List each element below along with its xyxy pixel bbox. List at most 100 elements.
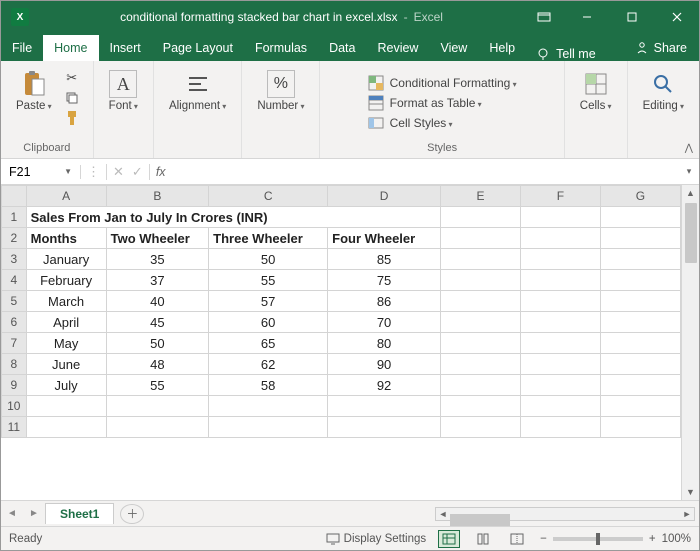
fx-icon[interactable]: fx <box>150 165 172 179</box>
cell-A3[interactable]: January <box>26 249 106 270</box>
close-button[interactable] <box>654 1 699 33</box>
tab-page-layout[interactable]: Page Layout <box>152 35 244 61</box>
cell-C3[interactable]: 50 <box>209 249 328 270</box>
row-header-11[interactable]: 11 <box>2 417 27 438</box>
cell-B3[interactable]: 35 <box>106 249 209 270</box>
cell-A8[interactable]: June <box>26 354 106 375</box>
cell-B7[interactable]: 50 <box>106 333 209 354</box>
col-header-G[interactable]: G <box>600 186 680 207</box>
cell-C9[interactable]: 58 <box>209 375 328 396</box>
font-button[interactable]: A Font <box>102 65 145 117</box>
paste-button[interactable]: Paste <box>9 65 59 131</box>
row-header-6[interactable]: 6 <box>2 312 27 333</box>
cell-B6[interactable]: 45 <box>106 312 209 333</box>
tell-me-search[interactable]: Tell me <box>526 47 606 61</box>
number-button[interactable]: % Number <box>250 65 311 117</box>
col-header-B[interactable]: B <box>106 186 209 207</box>
view-normal-button[interactable] <box>438 530 460 548</box>
col-header-D[interactable]: D <box>328 186 441 207</box>
name-box[interactable]: F21 ▼ <box>1 165 81 179</box>
horizontal-scrollbar[interactable]: ◄ ► <box>435 507 695 521</box>
cell-C5[interactable]: 57 <box>209 291 328 312</box>
cell-A5[interactable]: March <box>26 291 106 312</box>
add-sheet-button[interactable]: ＋ <box>120 504 144 524</box>
scroll-right-icon[interactable]: ► <box>680 509 694 519</box>
display-settings-button[interactable]: Display Settings <box>326 533 426 545</box>
col-header-A[interactable]: A <box>26 186 106 207</box>
hscroll-thumb[interactable] <box>450 514 510 526</box>
cells-button[interactable]: Cells <box>573 65 619 117</box>
cell-D7[interactable]: 80 <box>328 333 441 354</box>
cell-F1[interactable] <box>520 207 600 228</box>
zoom-slider[interactable] <box>553 537 643 541</box>
cell-G1[interactable] <box>600 207 680 228</box>
row-header-9[interactable]: 9 <box>2 375 27 396</box>
maximize-button[interactable] <box>609 1 654 33</box>
col-header-C[interactable]: C <box>209 186 328 207</box>
cell-C8[interactable]: 62 <box>209 354 328 375</box>
row-header-4[interactable]: 4 <box>2 270 27 291</box>
cell-D9[interactable]: 92 <box>328 375 441 396</box>
select-all-corner[interactable] <box>2 186 27 207</box>
tab-home[interactable]: Home <box>43 35 98 61</box>
collapse-ribbon-button[interactable]: ⋀ <box>685 143 693 154</box>
cell-C6[interactable]: 60 <box>209 312 328 333</box>
sheet-tab-sheet1[interactable]: Sheet1 <box>45 503 114 524</box>
cell-A6[interactable]: April <box>26 312 106 333</box>
col-header-E[interactable]: E <box>440 186 520 207</box>
col-header-F[interactable]: F <box>520 186 600 207</box>
name-box-dropdown-icon[interactable]: ▼ <box>64 167 72 176</box>
conditional-formatting-button[interactable]: Conditional Formatting <box>364 74 521 92</box>
scroll-up-icon[interactable]: ▲ <box>682 185 699 201</box>
enter-formula-button[interactable]: ✓ <box>132 164 143 180</box>
spreadsheet-grid[interactable]: A B C D E F G 1 Sales From Jan to July I… <box>1 185 681 438</box>
row-header-7[interactable]: 7 <box>2 333 27 354</box>
sheet-nav-next[interactable]: ► <box>23 508 45 519</box>
cell-F2[interactable] <box>520 228 600 249</box>
cell-D4[interactable]: 75 <box>328 270 441 291</box>
row-header-2[interactable]: 2 <box>2 228 27 249</box>
cell-styles-button[interactable]: Cell Styles <box>364 114 457 132</box>
format-painter-button[interactable] <box>61 109 83 127</box>
cell-B9[interactable]: 55 <box>106 375 209 396</box>
tab-file[interactable]: File <box>1 35 43 61</box>
tab-insert[interactable]: Insert <box>99 35 152 61</box>
cell-B8[interactable]: 48 <box>106 354 209 375</box>
expand-formula-bar-button[interactable]: ▾ <box>679 166 699 177</box>
cell-A1[interactable]: Sales From Jan to July In Crores (INR) <box>26 207 440 228</box>
format-as-table-button[interactable]: Format as Table <box>364 94 486 112</box>
zoom-slider-thumb[interactable] <box>596 533 600 545</box>
zoom-out-button[interactable]: − <box>540 533 547 545</box>
cancel-formula-button[interactable]: ✕ <box>113 164 124 180</box>
cell-E1[interactable] <box>440 207 520 228</box>
cell-A4[interactable]: February <box>26 270 106 291</box>
view-page-layout-button[interactable] <box>472 530 494 548</box>
sheet-nav-prev[interactable]: ◄ <box>1 508 23 519</box>
cell-A2[interactable]: Months <box>26 228 106 249</box>
tab-review[interactable]: Review <box>366 35 429 61</box>
zoom-in-button[interactable]: + <box>649 533 656 545</box>
ribbon-display-options-icon[interactable] <box>524 1 564 33</box>
row-header-10[interactable]: 10 <box>2 396 27 417</box>
tab-formulas[interactable]: Formulas <box>244 35 318 61</box>
editing-button[interactable]: Editing <box>636 65 691 117</box>
zoom-percent[interactable]: 100% <box>662 533 691 545</box>
tab-data[interactable]: Data <box>318 35 366 61</box>
cell-D6[interactable]: 70 <box>328 312 441 333</box>
scroll-down-icon[interactable]: ▼ <box>682 484 699 500</box>
cell-E2[interactable] <box>440 228 520 249</box>
tab-view[interactable]: View <box>429 35 478 61</box>
cut-button[interactable]: ✂ <box>61 69 83 87</box>
cell-G2[interactable] <box>600 228 680 249</box>
cell-D8[interactable]: 90 <box>328 354 441 375</box>
cell-B4[interactable]: 37 <box>106 270 209 291</box>
alignment-button[interactable]: Alignment <box>162 65 233 117</box>
copy-button[interactable] <box>61 89 83 107</box>
row-header-1[interactable]: 1 <box>2 207 27 228</box>
view-page-break-button[interactable] <box>506 530 528 548</box>
row-header-3[interactable]: 3 <box>2 249 27 270</box>
tab-help[interactable]: Help <box>478 35 526 61</box>
cell-C4[interactable]: 55 <box>209 270 328 291</box>
cell-D3[interactable]: 85 <box>328 249 441 270</box>
cell-A7[interactable]: May <box>26 333 106 354</box>
